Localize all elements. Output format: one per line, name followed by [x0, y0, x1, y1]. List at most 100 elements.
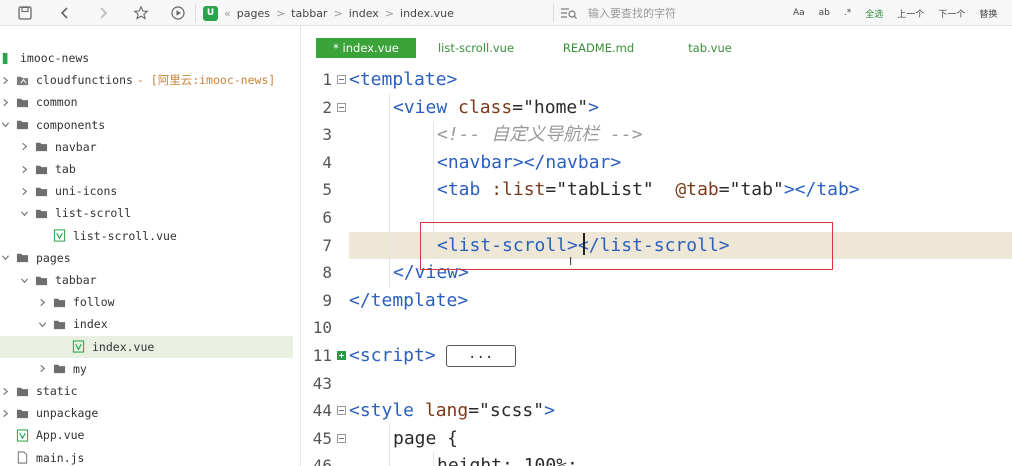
line-number: 44 — [312, 401, 332, 421]
find-next-button[interactable]: 下一个 — [938, 7, 965, 20]
code-token-str: "home" — [523, 96, 589, 118]
match-case-button[interactable]: Aa — [793, 8, 805, 18]
breadcrumb-separator: > — [333, 6, 343, 20]
whole-word-button[interactable]: ab — [819, 8, 830, 18]
code-line[interactable]: 2 <view class="home"> — [302, 93, 1012, 122]
tree-item-label: pages — [36, 250, 71, 265]
find-input[interactable] — [588, 6, 788, 20]
tree-item-label: tab — [55, 162, 76, 176]
chevron-down-icon[interactable] — [37, 319, 47, 329]
folded-region-button[interactable]: ... — [445, 345, 516, 367]
tab-readme-md[interactable]: README.md — [546, 38, 651, 58]
chevron-down-icon[interactable] — [19, 208, 29, 218]
tree-item-list-scroll[interactable]: list-scroll — [0, 202, 293, 224]
tree-item-unpackage[interactable]: unpackage — [0, 402, 293, 424]
fold-collapse-icon[interactable] — [337, 406, 346, 416]
code-editor[interactable]: * index.vue list-scroll.vue README.md tab.v… — [302, 26, 1012, 466]
tree-item-tabbar[interactable]: tabbar — [0, 269, 293, 291]
line-number: 3 — [322, 125, 332, 145]
code-line[interactable]: 9 </template> — [302, 287, 1012, 315]
folder-icon — [53, 318, 66, 331]
tree-item-components[interactable]: components — [0, 114, 293, 136]
tree-item-index-vue[interactable]: index.vue — [0, 335, 293, 358]
tree-item-label: static — [36, 384, 78, 398]
code-line[interactable]: 45 page { — [302, 424, 1012, 453]
save-icon[interactable] — [15, 3, 35, 23]
chevron-down-icon[interactable] — [0, 253, 10, 263]
code-line[interactable]: 10 — [302, 314, 1012, 342]
line-number: 8 — [322, 263, 332, 283]
chevron-right-icon[interactable] — [19, 164, 29, 174]
code-text: <view class="home"> — [393, 94, 599, 121]
chevron-right-icon[interactable] — [37, 297, 47, 307]
breadcrumb-item-pages[interactable]: pages — [237, 7, 270, 20]
tree-item-list-scroll-vue[interactable]: list-scroll.vue — [0, 225, 293, 247]
chevron-down-icon[interactable] — [19, 275, 29, 285]
indent-guide — [389, 424, 390, 453]
star-icon[interactable] — [131, 3, 151, 23]
code-token-tag: <style — [349, 400, 425, 422]
tree-item-imooc-news[interactable]: imooc-news — [0, 47, 293, 69]
tree-item-static[interactable]: static — [0, 380, 293, 402]
code-token-str: ="tab" — [718, 179, 784, 201]
forward-icon[interactable] — [93, 3, 113, 23]
tab-index-vue[interactable]: * index.vue — [316, 38, 416, 58]
tree-item-my[interactable]: my — [0, 358, 293, 380]
tree-item-tab[interactable]: tab — [0, 158, 293, 180]
back-icon[interactable] — [55, 3, 75, 23]
select-all-button[interactable]: 全选 — [865, 7, 883, 20]
replace-button[interactable]: 替换 — [979, 7, 997, 20]
project-tree: imooc-news cloudfunctions - [阿里云:imooc-new… — [0, 26, 301, 466]
breadcrumb-item-file[interactable]: index.vue — [400, 7, 454, 20]
chevron-right-icon[interactable] — [19, 142, 29, 152]
breadcrumb-item-index[interactable]: index — [349, 7, 379, 20]
run-icon[interactable] — [168, 3, 188, 23]
regex-button[interactable]: .* — [844, 8, 851, 18]
code-line[interactable]: 3 <!-- 自定义导航栏 --> — [302, 121, 1012, 149]
chevron-right-icon[interactable] — [0, 75, 10, 85]
tree-item-app-vue[interactable]: App.vue — [0, 424, 293, 446]
tree-item-uni-icons[interactable]: uni-icons — [0, 180, 293, 202]
tree-item-common[interactable]: common — [0, 91, 293, 113]
chevron-right-icon[interactable] — [37, 364, 47, 374]
folder-icon — [53, 362, 66, 375]
code-text: </template> — [349, 287, 468, 314]
find-prev-button[interactable]: 上一个 — [897, 7, 924, 20]
tree-item-main-js[interactable]: main.js — [0, 447, 293, 466]
indent-guide — [389, 204, 390, 232]
breadcrumb-prefix: « — [224, 6, 231, 20]
tree-item-follow[interactable]: follow — [0, 291, 293, 313]
code-token-tag: </template> — [349, 289, 469, 311]
fold-collapse-icon[interactable] — [337, 102, 346, 112]
tree-item-cloudfunctions[interactable]: cloudfunctions - [阿里云:imooc-news] — [0, 69, 293, 91]
tree-item-index[interactable]: index — [0, 313, 293, 335]
chevron-right-icon[interactable] — [19, 186, 29, 196]
fold-collapse-icon[interactable] — [337, 433, 346, 443]
tab-tab-vue[interactable]: tab.vue — [678, 38, 742, 58]
line-number: 7 — [322, 235, 332, 255]
code-line[interactable]: 5 <tab :list="tabList" @tab="tab"></tab> — [302, 176, 1012, 204]
chevron-down-icon[interactable] — [0, 120, 10, 130]
chevron-right-icon[interactable] — [0, 386, 10, 396]
breadcrumb-item-tabbar[interactable]: tabbar — [291, 7, 327, 20]
tree-item-navbar[interactable]: navbar — [0, 136, 293, 158]
code-line[interactable]: 1 <template> — [302, 66, 1012, 94]
code-token-tag: <navbar></navbar> — [437, 151, 622, 173]
code-line[interactable]: 4 <navbar></navbar> — [302, 148, 1012, 177]
code-line[interactable]: 46 height: 100%; — [302, 452, 1012, 466]
code-line[interactable]: 44 <style lang="scss"> — [302, 397, 1012, 425]
code-line[interactable]: 43 — [302, 370, 1012, 398]
tree-item-pages[interactable]: pages — [0, 247, 293, 269]
chevron-right-icon[interactable] — [0, 408, 10, 418]
code-text: page { — [393, 425, 458, 452]
fold-expand-icon[interactable] — [337, 351, 346, 360]
line-number: 5 — [322, 180, 332, 200]
chevron-right-icon[interactable] — [0, 97, 10, 107]
fold-collapse-icon[interactable] — [337, 75, 346, 84]
code-line[interactable]: 11 <script>... — [302, 342, 1012, 370]
line-number: 9 — [322, 290, 332, 310]
tree-item-cloud-suffix: - [阿里云:imooc-news] — [136, 73, 276, 88]
tab-list-scroll-vue[interactable]: list-scroll.vue — [426, 38, 526, 58]
